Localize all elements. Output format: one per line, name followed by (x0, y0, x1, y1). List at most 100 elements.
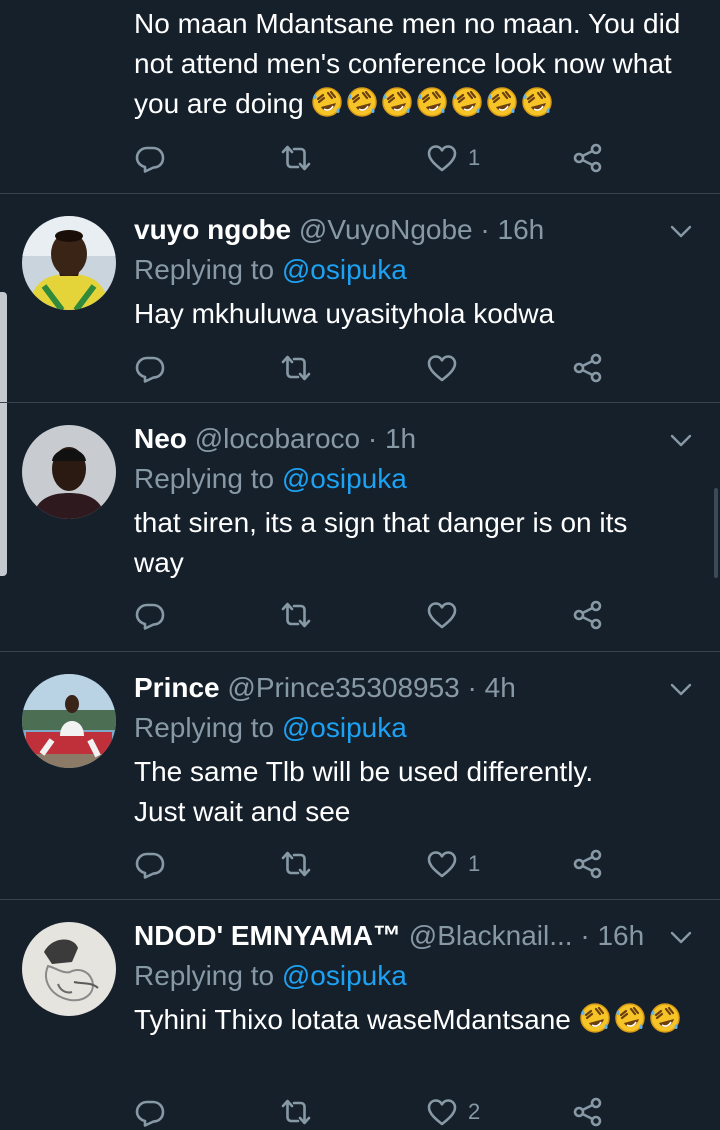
like-button[interactable]: 1 (426, 848, 480, 880)
timestamp[interactable]: 1h (385, 423, 416, 454)
tweet-header: Neo @locobaroco · 1h (134, 419, 660, 459)
tweet-text: Hay mkhuluwa uyasityhola kodwa (134, 298, 555, 329)
chevron-down-icon[interactable] (668, 924, 694, 950)
replying-to: Replying to @osipuka (134, 250, 407, 290)
reply-icon (134, 1096, 166, 1128)
avatar[interactable] (22, 425, 116, 519)
tweet[interactable]: NDOD' EMNYAMA™ @Blacknail... · 16h Reply… (0, 900, 720, 1130)
mention-link[interactable]: @osipuka (282, 960, 407, 991)
like-count: 1 (468, 145, 481, 170)
rofl-emoji (346, 86, 378, 118)
share-icon (572, 848, 604, 880)
heart-icon (426, 1096, 458, 1128)
rofl-emoji (649, 1002, 681, 1034)
retweet-button[interactable] (280, 599, 312, 631)
avatar[interactable] (22, 216, 116, 310)
tweet-actions (134, 352, 614, 384)
reply-button[interactable] (134, 599, 166, 631)
tweet[interactable]: vuyo ngobe @VuyoNgobe · 16h Replying to … (0, 194, 720, 403)
author-name[interactable]: Neo (134, 423, 187, 454)
share-button[interactable] (572, 599, 604, 631)
tweet-actions: 1 (134, 142, 614, 174)
reply-button[interactable] (134, 352, 166, 384)
emoji-group (579, 1004, 684, 1035)
like-button[interactable] (426, 599, 468, 631)
reply-icon (134, 352, 166, 384)
tweet-header: Prince @Prince35308953 · 4h (134, 668, 660, 708)
reply-icon (134, 848, 166, 880)
timestamp[interactable]: 16h (498, 214, 545, 245)
share-icon (572, 142, 604, 174)
like-button[interactable] (426, 352, 468, 384)
tweet[interactable]: Neo @locobaroco · 1h Replying to @osipuk… (0, 403, 720, 652)
chevron-down-icon[interactable] (668, 218, 694, 244)
share-button[interactable] (572, 352, 604, 384)
heart-icon (426, 142, 458, 174)
rofl-emoji (521, 86, 553, 118)
author-name[interactable]: NDOD' EMNYAMA™ (134, 920, 401, 951)
emoji-group (311, 88, 556, 119)
reply-icon (134, 142, 166, 174)
separator: · (467, 672, 477, 703)
mention-link[interactable]: @osipuka (282, 712, 407, 743)
tweet-header: vuyo ngobe @VuyoNgobe · 16h (134, 210, 660, 250)
timestamp[interactable]: 16h (597, 920, 644, 951)
reply-button[interactable] (134, 142, 166, 174)
rofl-emoji (486, 86, 518, 118)
heart-icon (426, 848, 458, 880)
tweet[interactable]: No maan Mdantsane men no maan. You did n… (0, 0, 720, 194)
retweet-icon (280, 599, 312, 631)
heart-icon (426, 599, 458, 631)
rofl-emoji (416, 86, 448, 118)
retweet-button[interactable] (280, 352, 312, 384)
rofl-emoji (381, 86, 413, 118)
replying-label: Replying to (134, 254, 275, 285)
tweet[interactable]: Prince @Prince35308953 · 4h Replying to … (0, 652, 720, 900)
rofl-emoji (614, 1002, 646, 1034)
replying-to: Replying to @osipuka (134, 956, 407, 996)
author-handle[interactable]: @VuyoNgobe (299, 214, 473, 245)
separator: · (480, 214, 490, 245)
rofl-emoji (451, 86, 483, 118)
author-handle[interactable]: @Blacknail... (409, 920, 573, 951)
share-button[interactable] (572, 848, 604, 880)
timestamp[interactable]: 4h (485, 672, 516, 703)
share-button[interactable] (572, 142, 604, 174)
like-button[interactable]: 2 (426, 1096, 480, 1128)
author-name[interactable]: vuyo ngobe (134, 214, 291, 245)
share-icon (572, 1096, 604, 1128)
retweet-button[interactable] (280, 142, 312, 174)
like-count: 2 (468, 1099, 481, 1124)
author-handle[interactable]: @locobaroco (195, 423, 360, 454)
replying-to: Replying to @osipuka (134, 708, 407, 748)
reply-button[interactable] (134, 848, 166, 880)
retweet-button[interactable] (280, 1096, 312, 1128)
replying-label: Replying to (134, 463, 275, 494)
chevron-down-icon[interactable] (668, 676, 694, 702)
mention-link[interactable]: @osipuka (282, 254, 407, 285)
author-name[interactable]: Prince (134, 672, 220, 703)
retweet-icon (280, 848, 312, 880)
rofl-emoji (579, 1002, 611, 1034)
retweet-icon (280, 142, 312, 174)
tweet-actions: 2 (134, 1096, 614, 1128)
replying-label: Replying to (134, 712, 275, 743)
reply-button[interactable] (134, 1096, 166, 1128)
replying-label: Replying to (134, 960, 275, 991)
separator: · (580, 920, 590, 951)
share-button[interactable] (572, 1096, 604, 1128)
replying-to: Replying to @osipuka (134, 459, 407, 499)
tweet-text: No maan Mdantsane men no maan. You did n… (134, 4, 690, 124)
heart-icon (426, 352, 458, 384)
chevron-down-icon[interactable] (668, 427, 694, 453)
separator: · (367, 423, 378, 454)
like-button[interactable]: 1 (426, 142, 480, 174)
avatar[interactable] (22, 674, 116, 768)
author-handle[interactable]: @Prince35308953 (227, 672, 459, 703)
mention-link[interactable]: @osipuka (282, 463, 407, 494)
tweet-actions: 1 (134, 848, 614, 880)
avatar[interactable] (22, 922, 116, 1016)
retweet-icon (280, 352, 312, 384)
tweet-text: Tyhini Thixo lotata waseMdantsane (134, 1000, 702, 1040)
retweet-button[interactable] (280, 848, 312, 880)
